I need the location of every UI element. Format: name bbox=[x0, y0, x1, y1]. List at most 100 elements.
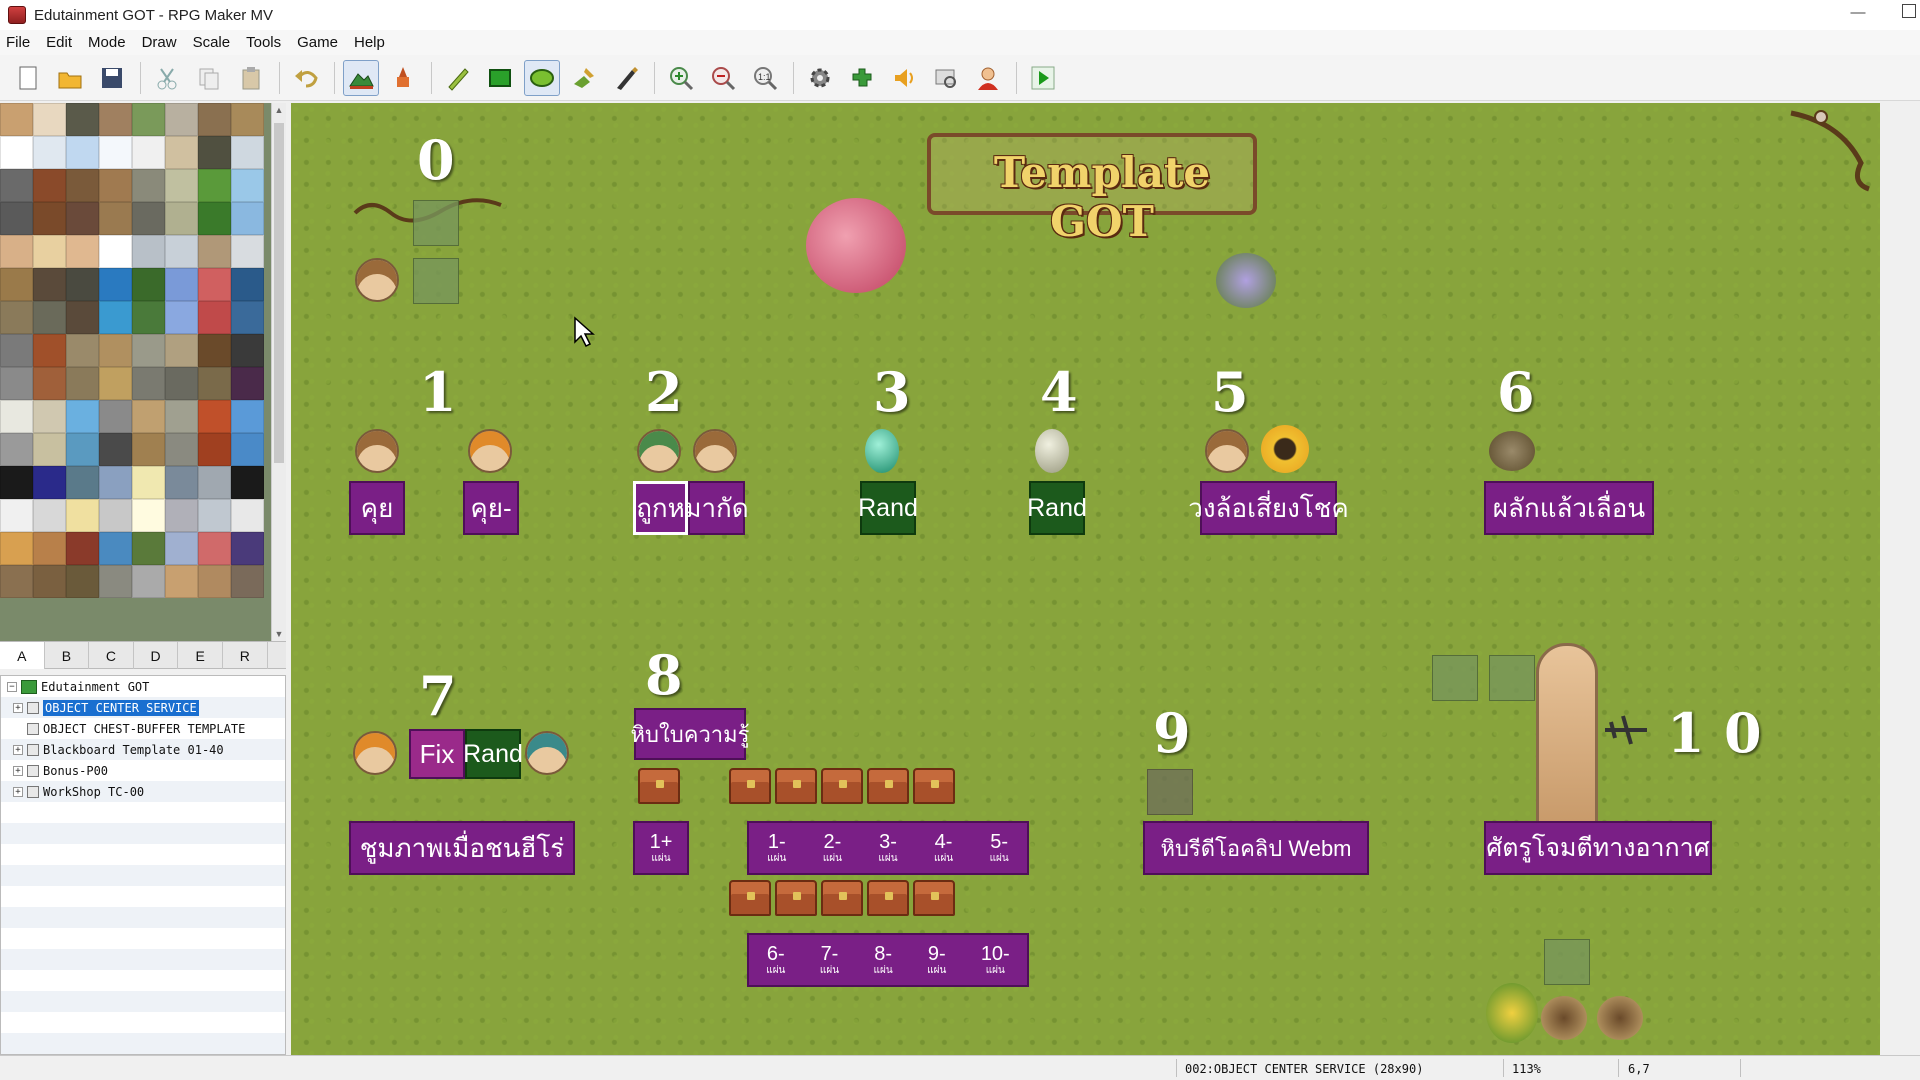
palette-tile[interactable] bbox=[198, 532, 231, 565]
shadow-pen-button[interactable] bbox=[608, 60, 644, 96]
palette-tile[interactable] bbox=[165, 433, 198, 466]
palette-tile[interactable] bbox=[33, 532, 66, 565]
character-generator-button[interactable] bbox=[970, 60, 1006, 96]
palette-tile[interactable] bbox=[66, 301, 99, 334]
palette-tile[interactable] bbox=[66, 499, 99, 532]
treasure-chest[interactable] bbox=[821, 768, 863, 804]
palette-tile[interactable] bbox=[0, 367, 33, 400]
palette-tile[interactable] bbox=[132, 301, 165, 334]
palette-tile[interactable] bbox=[0, 268, 33, 301]
palette-tile[interactable] bbox=[33, 499, 66, 532]
palette-tile[interactable] bbox=[99, 268, 132, 301]
palette-tile[interactable] bbox=[0, 136, 33, 169]
minus-count-label[interactable]: 7- แผ่น bbox=[820, 944, 839, 976]
palette-tile[interactable] bbox=[132, 433, 165, 466]
treasure-chest[interactable] bbox=[775, 768, 817, 804]
palette-tile[interactable] bbox=[99, 433, 132, 466]
palette-tile[interactable] bbox=[99, 136, 132, 169]
palette-tile[interactable] bbox=[132, 103, 165, 136]
palette-tile[interactable] bbox=[231, 202, 264, 235]
palette-tile[interactable] bbox=[0, 103, 33, 136]
map-canvas[interactable]: 0 Template GOT 1 คุย คุย- 2 ถูกห มากัด 3… bbox=[291, 103, 1880, 1055]
palette-tile[interactable] bbox=[33, 334, 66, 367]
expand-icon[interactable]: + bbox=[13, 786, 23, 797]
palette-tile[interactable] bbox=[0, 235, 33, 268]
push-label[interactable]: ผลักแล้วเลื่อน bbox=[1484, 481, 1654, 535]
character-sprite[interactable] bbox=[637, 429, 681, 473]
palette-tile[interactable] bbox=[198, 169, 231, 202]
character-sprite[interactable] bbox=[355, 258, 399, 302]
palette-tile[interactable] bbox=[132, 532, 165, 565]
palette-tile[interactable] bbox=[33, 103, 66, 136]
palette-tile[interactable] bbox=[132, 235, 165, 268]
rectangle-button[interactable] bbox=[482, 60, 518, 96]
minimize-button[interactable]: — bbox=[1846, 4, 1870, 21]
talk-label[interactable]: คุย bbox=[349, 481, 405, 535]
cut-button[interactable] bbox=[149, 60, 185, 96]
expand-icon[interactable]: + bbox=[13, 702, 23, 713]
menu-tools[interactable]: Tools bbox=[246, 34, 281, 51]
palette-scroll-thumb[interactable] bbox=[274, 123, 284, 463]
collapse-icon[interactable]: − bbox=[7, 681, 17, 692]
palette-tile[interactable] bbox=[231, 367, 264, 400]
correct-label-left[interactable]: ถูกห bbox=[633, 481, 688, 535]
menu-edit[interactable]: Edit bbox=[46, 34, 72, 51]
minus-count-label[interactable]: 9- แผ่น bbox=[927, 944, 946, 976]
palette-tile[interactable] bbox=[198, 235, 231, 268]
menu-file[interactable]: File bbox=[6, 34, 30, 51]
palette-tile[interactable] bbox=[231, 268, 264, 301]
event-searcher-button[interactable] bbox=[928, 60, 964, 96]
palette-tile[interactable] bbox=[231, 136, 264, 169]
palette-tile[interactable] bbox=[33, 367, 66, 400]
palette-tile[interactable] bbox=[66, 466, 99, 499]
scroll-up-arrow-icon[interactable]: ▲ bbox=[274, 105, 284, 115]
palette-tile[interactable] bbox=[99, 301, 132, 334]
undo-button[interactable] bbox=[288, 60, 324, 96]
tab-c[interactable]: C bbox=[89, 642, 134, 669]
treasure-chest[interactable] bbox=[913, 880, 955, 916]
palette-tile[interactable] bbox=[99, 466, 132, 499]
playtest-button[interactable] bbox=[1025, 60, 1061, 96]
character-sprite[interactable] bbox=[355, 429, 399, 473]
palette-tile[interactable] bbox=[99, 202, 132, 235]
tree-item[interactable]: + Blackboard Template 01-40 bbox=[1, 739, 285, 760]
menu-game[interactable]: Game bbox=[297, 34, 338, 51]
palette-tile[interactable] bbox=[165, 499, 198, 532]
palette-tile[interactable] bbox=[33, 202, 66, 235]
database-button[interactable] bbox=[802, 60, 838, 96]
palette-tile[interactable] bbox=[66, 136, 99, 169]
crystal-orb[interactable] bbox=[1035, 429, 1069, 473]
crystal-orb[interactable] bbox=[865, 429, 899, 473]
palette-tile[interactable] bbox=[132, 400, 165, 433]
treasure-chest[interactable] bbox=[867, 880, 909, 916]
palette-tile[interactable] bbox=[99, 235, 132, 268]
palette-tile[interactable] bbox=[132, 136, 165, 169]
palette-tile[interactable] bbox=[165, 400, 198, 433]
palette-tile[interactable] bbox=[231, 499, 264, 532]
event-mode-button[interactable] bbox=[385, 60, 421, 96]
palette-tile[interactable] bbox=[66, 202, 99, 235]
palette-tile[interactable] bbox=[66, 169, 99, 202]
zoom-out-button[interactable] bbox=[705, 60, 741, 96]
zoom-actual-button[interactable]: 1:1 bbox=[747, 60, 783, 96]
event-tile[interactable] bbox=[413, 258, 459, 304]
rand-label-7[interactable]: Rand bbox=[463, 729, 523, 779]
palette-tile[interactable] bbox=[66, 532, 99, 565]
talk-minus-label[interactable]: คุย- bbox=[463, 481, 519, 535]
minus-count-label[interactable]: 10- แผ่น bbox=[981, 944, 1010, 976]
palette-tile[interactable] bbox=[165, 268, 198, 301]
palette-tile[interactable] bbox=[33, 466, 66, 499]
palette-tile[interactable] bbox=[198, 433, 231, 466]
boulder[interactable] bbox=[1489, 431, 1535, 471]
copy-button[interactable] bbox=[191, 60, 227, 96]
palette-tile[interactable] bbox=[198, 268, 231, 301]
menu-scale[interactable]: Scale bbox=[193, 34, 231, 51]
palette-tile[interactable] bbox=[231, 235, 264, 268]
treasure-chest[interactable] bbox=[913, 768, 955, 804]
maximize-button[interactable] bbox=[1902, 4, 1916, 18]
palette-tile[interactable] bbox=[0, 499, 33, 532]
palette-tile[interactable] bbox=[198, 466, 231, 499]
palette-tile[interactable] bbox=[132, 268, 165, 301]
event-tile[interactable] bbox=[1544, 939, 1590, 985]
plugin-manager-button[interactable] bbox=[844, 60, 880, 96]
